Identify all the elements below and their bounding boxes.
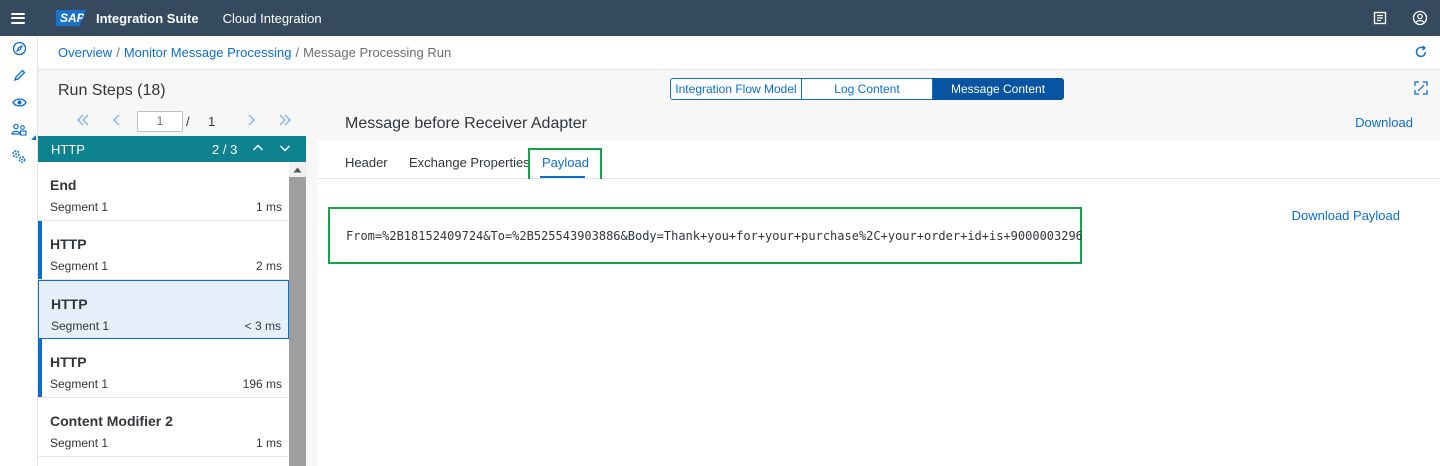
step-filter-bar: HTTP 2 / 3 (38, 136, 306, 162)
scroll-up-button[interactable] (289, 162, 306, 177)
run-steps-list: End Segment 1 1 ms HTTP Segment 1 2 ms H… (38, 162, 289, 466)
manage-users-icon (11, 123, 27, 136)
filter-match-count: 2 / 3 (212, 142, 238, 157)
chevron-up-icon (253, 144, 263, 151)
view-switch: Integration Flow Model Log Content Messa… (670, 78, 1064, 100)
message-title: Message before Receiver Adapter (345, 115, 587, 132)
list-item[interactable]: Content Modifier 2 Segment 1 1 ms (38, 398, 289, 457)
download-payload-link[interactable]: Download Payload (1292, 208, 1400, 223)
view-log-content[interactable]: Log Content (802, 78, 933, 100)
run-steps-panel: Run Steps (18) 1 / 1 HTTP 2 / 3 End Segm… (38, 70, 306, 466)
step-name: HTTP (50, 354, 87, 370)
step-name: Content Modifier 2 (50, 413, 173, 429)
message-tabs: Header Exchange Properties Payload (318, 141, 1440, 179)
shell-bar: SAP Integration Suite Cloud Integration (0, 0, 1440, 36)
product-subtitle: Cloud Integration (222, 10, 322, 26)
step-segment: Segment 1 (50, 259, 109, 273)
full-screen-icon (1414, 81, 1428, 95)
list-item[interactable]: End Segment 1 1 ms (38, 162, 289, 221)
page-total: 1 (208, 114, 216, 129)
tab-header[interactable]: Header (345, 155, 388, 170)
payload-text: From=%2B18152409724&To=%2B525543903886&B… (346, 229, 1083, 243)
tab-exchange-properties[interactable]: Exchange Properties (409, 155, 530, 170)
first-page-icon[interactable] (76, 113, 90, 132)
page-separator: / (186, 114, 190, 129)
previous-match-button[interactable] (252, 140, 264, 159)
step-name: HTTP (51, 296, 88, 312)
user-button[interactable] (1400, 0, 1440, 36)
caret-up-icon (293, 167, 302, 172)
chevron-down-icon (280, 145, 290, 152)
nav-expand-caret[interactable] (31, 135, 36, 140)
notes-button[interactable] (1360, 0, 1400, 36)
nav-discover[interactable] (0, 35, 38, 62)
list-item[interactable]: HTTP Segment 1 196 ms (38, 339, 289, 398)
breadcrumb-overview[interactable]: Overview (58, 45, 112, 60)
next-match-button[interactable] (279, 140, 291, 159)
previous-page-icon[interactable] (112, 113, 122, 132)
menu-icon (11, 12, 25, 24)
filter-label: HTTP (51, 142, 85, 157)
step-segment: Segment 1 (50, 200, 109, 214)
message-header: Message before Receiver Adapter Download (318, 104, 1440, 141)
step-duration: 1 ms (255, 200, 282, 214)
view-message-content[interactable]: Message Content (933, 78, 1064, 100)
side-navigation (0, 36, 38, 466)
view-integration-flow-model[interactable]: Integration Flow Model (670, 78, 802, 100)
run-steps-title: Run Steps (18) (58, 82, 166, 99)
user-icon (1412, 10, 1428, 26)
breadcrumb-current: Message Processing Run (303, 45, 452, 60)
step-segment: Segment 1 (51, 319, 110, 333)
list-scrollbar[interactable] (289, 162, 306, 466)
step-duration: < 3 ms (244, 319, 281, 333)
step-duration: 196 ms (242, 377, 282, 391)
nav-settings[interactable] (0, 143, 38, 170)
sap-logo[interactable]: SAP (56, 10, 86, 26)
page-number-input[interactable]: 1 (137, 111, 183, 132)
settings-icon (12, 150, 26, 163)
refresh-icon (1415, 45, 1427, 58)
payload-content: From=%2B18152409724&To=%2B525543903886&B… (318, 179, 1440, 466)
next-page-icon[interactable] (246, 113, 256, 132)
content-panel: Integration Flow Model Log Content Messa… (318, 70, 1440, 466)
design-icon (13, 69, 25, 82)
breadcrumb: Overview / Monitor Message Processing / … (38, 36, 1440, 70)
breadcrumb-separator: / (116, 45, 120, 60)
payload-highlight-box: From=%2B18152409724&To=%2B525543903886&B… (328, 207, 1083, 264)
step-duration: 1 ms (255, 436, 282, 450)
run-steps-pager: 1 / 1 (38, 110, 306, 134)
list-item[interactable]: HTTP Segment 1 2 ms (38, 221, 289, 280)
refresh-button[interactable] (1414, 45, 1428, 62)
monitor-icon (11, 98, 27, 107)
notes-icon (1373, 11, 1387, 25)
step-name: HTTP (50, 236, 87, 252)
step-segment: Segment 1 (50, 436, 109, 450)
nav-design[interactable] (0, 62, 38, 89)
menu-button[interactable] (0, 0, 36, 36)
breadcrumb-monitor[interactable]: Monitor Message Processing (124, 45, 292, 60)
step-segment: Segment 1 (50, 377, 109, 391)
list-item-selected[interactable]: HTTP Segment 1 < 3 ms (38, 280, 289, 339)
step-duration: 2 ms (255, 259, 282, 273)
expand-button[interactable] (1414, 81, 1428, 98)
last-page-icon[interactable] (278, 113, 292, 132)
download-link[interactable]: Download (1355, 115, 1413, 130)
discover-icon (12, 41, 26, 56)
step-name: End (50, 177, 77, 193)
product-name: Integration Suite (96, 10, 199, 26)
breadcrumb-separator: / (295, 45, 300, 60)
nav-monitor[interactable] (0, 89, 38, 116)
